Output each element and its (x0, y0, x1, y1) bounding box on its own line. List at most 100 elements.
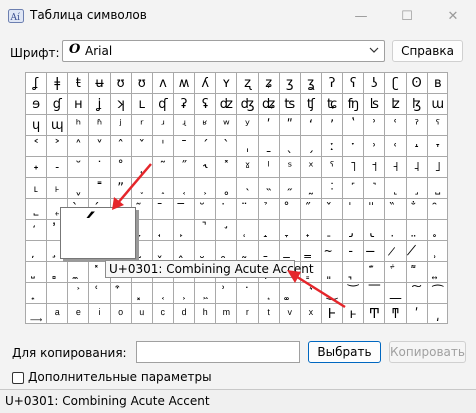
character-cell[interactable]: ˎ (279, 136, 301, 157)
character-cell[interactable]: ˃ (47, 136, 69, 157)
character-cell[interactable]: ʿ (385, 115, 407, 136)
character-cell[interactable]: ͧ (132, 304, 153, 323)
character-cell[interactable]: ʊ (110, 73, 132, 94)
character-cell[interactable]: ̎ (364, 199, 386, 220)
copy-input[interactable] (136, 341, 300, 363)
select-button[interactable]: Выбрать (308, 341, 381, 363)
character-cell[interactable]: ʹ (407, 304, 428, 323)
character-cell[interactable]: ̠ (321, 220, 344, 241)
character-cell[interactable]: ʰ (68, 115, 90, 136)
character-cell[interactable]: ˮ (110, 178, 132, 199)
character-cell[interactable]: ͗ (216, 283, 238, 304)
character-cell[interactable]: ˞ (195, 157, 217, 178)
character-cell[interactable]: ͙ (258, 283, 280, 304)
character-cell[interactable]: ̟ (300, 220, 322, 241)
character-cell[interactable]: ʺ (279, 115, 301, 136)
character-cell[interactable]: ˸ (321, 178, 344, 199)
character-cell[interactable]: ˛ (131, 157, 153, 178)
character-cell[interactable]: ˥ (343, 157, 365, 178)
character-cell[interactable]: ˭ (89, 178, 111, 199)
character-cell[interactable]: ˣ (300, 157, 322, 178)
character-cell[interactable]: ʹ (258, 115, 280, 136)
character-cell[interactable]: ˬ (68, 178, 90, 199)
character-cell[interactable]: ˊ (195, 136, 217, 157)
character-cell[interactable]: ʪ (364, 94, 386, 115)
character-cell[interactable]: ͎ (26, 283, 48, 304)
character-cell[interactable]: ʗ (385, 73, 407, 94)
character-cell[interactable]: ͘ (237, 283, 259, 304)
character-cell[interactable]: ͓ (131, 283, 153, 304)
character-cell[interactable]: ʍ (173, 73, 196, 94)
character-cell[interactable]: ͋ (385, 262, 407, 283)
character-cell[interactable]: ̯ (216, 241, 238, 262)
character-cell[interactable]: ͉ (343, 262, 365, 283)
character-cell[interactable]: ˜ (152, 157, 174, 178)
character-cell[interactable]: ˄ (68, 136, 90, 157)
character-cell[interactable]: ǂ (47, 73, 69, 94)
character-cell[interactable]: ʩ (343, 94, 365, 115)
character-cell[interactable]: ˻ (385, 178, 407, 199)
character-cell[interactable]: ʞ (110, 94, 132, 115)
character-cell[interactable]: ͫ (216, 304, 238, 323)
character-cell[interactable]: ˚ (110, 157, 132, 178)
character-cell[interactable]: ̺ (26, 262, 48, 283)
character-cell[interactable]: ͮ (280, 304, 301, 323)
character-cell[interactable]: ̉ (258, 199, 280, 220)
character-cell[interactable]: ̈ (237, 199, 259, 220)
character-cell[interactable]: ˪ (26, 178, 48, 199)
character-cell[interactable]: ʲ (110, 115, 132, 136)
character-cell[interactable]: ˾ (26, 199, 48, 220)
character-cell[interactable]: ˴ (237, 178, 259, 199)
character-cell[interactable]: ̥ (427, 220, 447, 241)
character-cell[interactable]: ̒ (26, 220, 48, 241)
character-cell[interactable]: ˷ (300, 178, 322, 199)
character-cell[interactable]: ʡ (173, 94, 196, 115)
character-cell[interactable]: ̢ (364, 220, 386, 241)
character-cell[interactable]: ˔ (406, 136, 428, 157)
character-cell[interactable]: ̛ (216, 220, 238, 241)
character-cell[interactable]: ̍ (343, 199, 365, 220)
character-cell[interactable]: ͵ (428, 304, 447, 323)
character-cell[interactable]: ˯ (131, 178, 153, 199)
character-cell[interactable]: ˩ (427, 157, 447, 178)
character-cell[interactable]: ʻ (300, 115, 322, 136)
character-cell[interactable]: ̣ (385, 220, 407, 241)
character-cell[interactable]: ˙ (89, 157, 111, 178)
character-cell[interactable]: ͞ (364, 283, 386, 304)
character-cell[interactable]: ͐ (68, 283, 90, 304)
character-cell[interactable]: ̐ (406, 199, 428, 220)
character-cell[interactable]: ʣ (216, 94, 238, 115)
character-cell[interactable]: ̬ (152, 241, 174, 262)
character-cell[interactable]: ɯ (427, 94, 447, 115)
character-cell[interactable]: ̄ (152, 199, 174, 220)
character-cell[interactable]: ̙ (173, 220, 196, 241)
character-cell[interactable]: ˦ (364, 157, 386, 178)
character-cell[interactable]: ̅ (173, 199, 196, 220)
character-cell[interactable]: ͏ (47, 283, 69, 304)
character-cell[interactable]: ̝ (258, 220, 280, 241)
character-cell[interactable]: ̶ (364, 241, 386, 262)
character-cell[interactable]: ̻ (47, 262, 69, 283)
character-cell[interactable]: ˁ (427, 115, 447, 136)
character-cell[interactable]: ̚ (195, 220, 217, 241)
character-cell[interactable]: ˍ (258, 136, 280, 157)
character-cell[interactable]: ʐ (237, 73, 259, 94)
character-cell[interactable]: ʖ (364, 73, 386, 94)
character-cell[interactable]: ̑ (427, 199, 447, 220)
character-cell[interactable]: ˢ (279, 157, 301, 178)
character-cell[interactable]: ̊ (279, 199, 301, 220)
character-cell[interactable]: ̹ (427, 241, 447, 262)
character-cell[interactable]: ͛ (300, 283, 322, 304)
character-cell[interactable]: ˅ (89, 136, 111, 157)
character-cell[interactable]: ʝ (89, 94, 111, 115)
advanced-options-checkbox[interactable] (12, 372, 24, 384)
character-cell[interactable]: ͖ (195, 283, 217, 304)
character-cell[interactable]: ͦ (111, 304, 132, 323)
character-cell[interactable]: ͔ (152, 283, 174, 304)
character-cell[interactable]: ͟ (385, 283, 407, 304)
character-cell[interactable]: ˺ (364, 178, 386, 199)
character-cell[interactable]: ʢ (195, 94, 217, 115)
character-cell[interactable]: ʾ (364, 115, 386, 136)
character-cell[interactable]: ʆ (26, 73, 48, 94)
character-cell[interactable]: ˑ (343, 136, 365, 157)
